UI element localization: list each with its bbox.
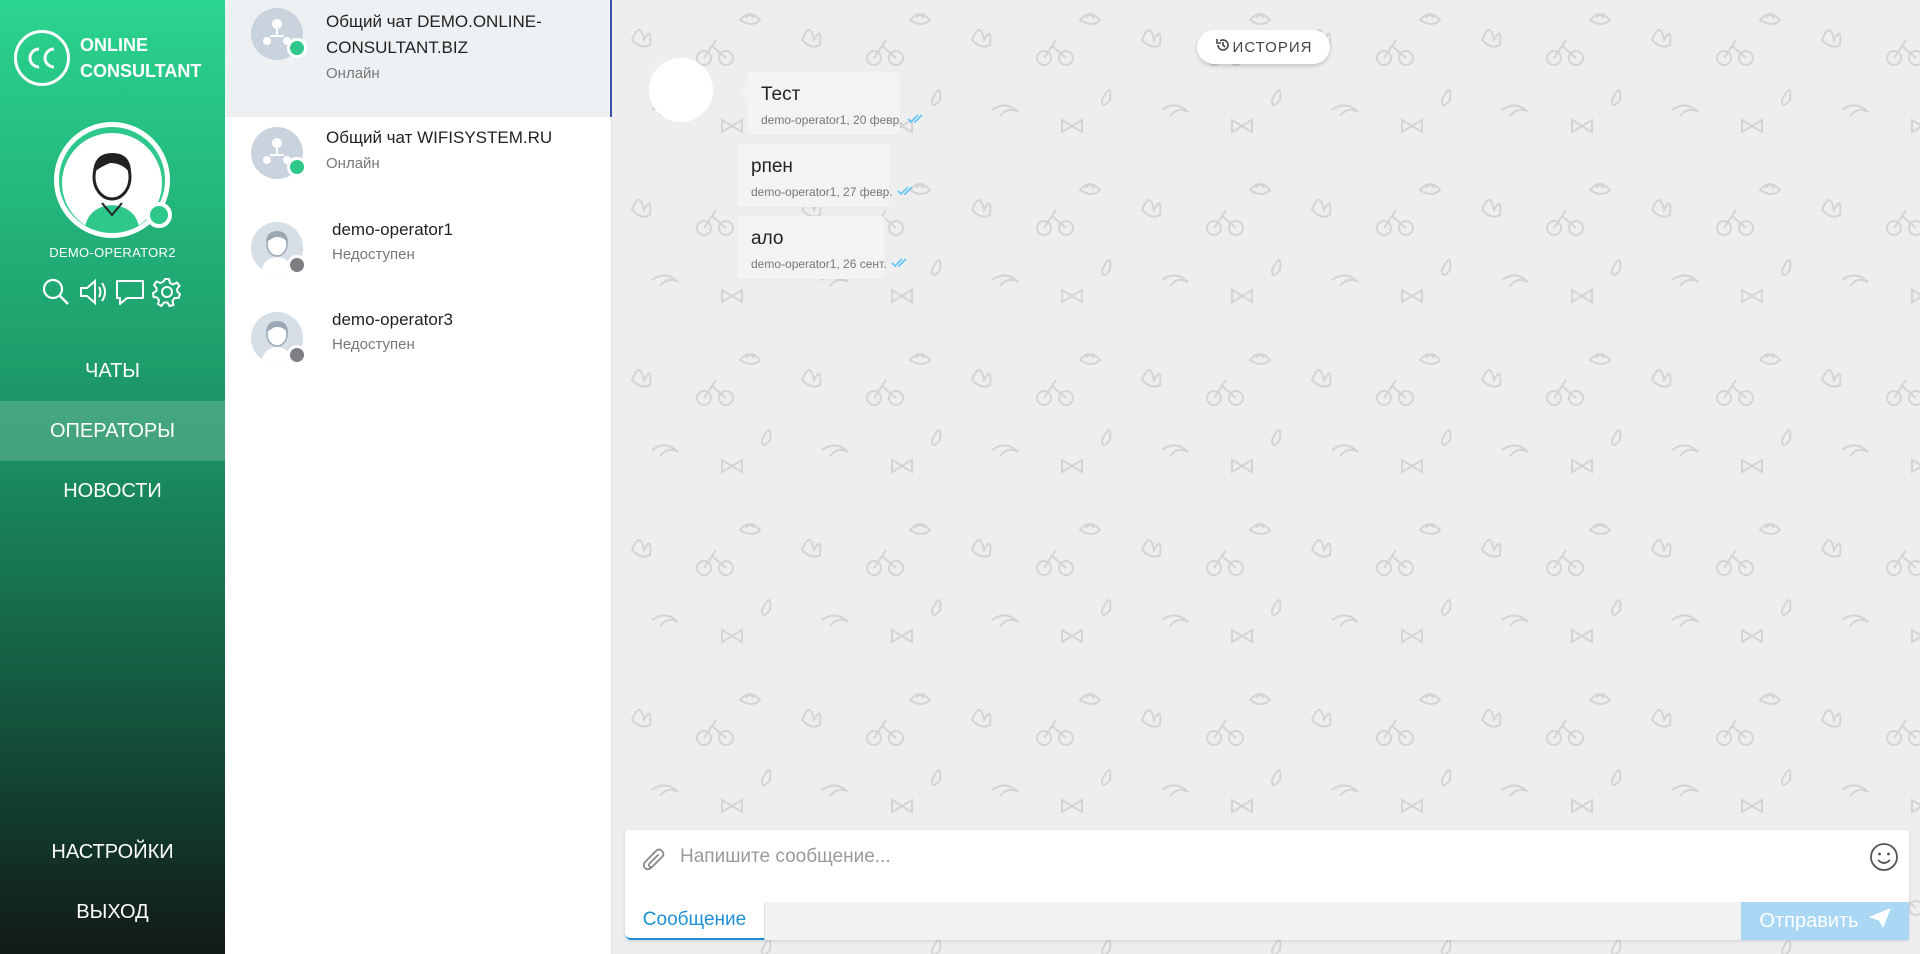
chat-icon[interactable] <box>114 276 146 308</box>
message-text: Тест <box>761 84 801 105</box>
message-meta: demo-operator1, 26 сент. <box>751 257 887 271</box>
read-checkmark-icon <box>891 257 911 271</box>
paperclip-icon[interactable] <box>641 846 667 879</box>
contact-list: Общий чат DEMO.ONLINE-CONSULTANT.BIZ Онл… <box>225 0 612 954</box>
online-indicator <box>287 38 307 58</box>
user-avatar[interactable] <box>54 122 172 238</box>
logo-icon <box>14 30 70 86</box>
send-label: Отправить <box>1759 909 1859 932</box>
contact-status: Онлайн <box>326 65 380 82</box>
message-bubble: Тест demo-operator1, 20 февр. <box>738 72 923 135</box>
contact-name: Общий чат WIFISYSTEM.RU <box>326 128 553 147</box>
composer-footer: Сообщение Отправить <box>625 902 1909 940</box>
contact-name: Общий чат DEMO.ONLINE-CONSULTANT.BIZ <box>326 12 542 57</box>
sound-icon[interactable] <box>77 276 109 308</box>
message-meta: demo-operator1, 20 февр. <box>761 113 903 127</box>
nav-operators[interactable]: ОПЕРАТОРЫ <box>0 401 225 461</box>
logo[interactable]: ONLINE CONSULTANT <box>14 30 201 86</box>
contact-item[interactable]: demo-operator3 Недоступен <box>225 297 612 387</box>
send-plane-icon <box>1869 908 1891 934</box>
message-text: ало <box>751 228 784 249</box>
tab-message[interactable]: Сообщение <box>625 902 765 940</box>
message-text: рпен <box>751 156 793 177</box>
contact-item[interactable]: demo-operator1 Недоступен <box>225 207 612 297</box>
brand-line2: CONSULTANT <box>80 61 202 81</box>
nav-news[interactable]: НОВОСТИ <box>0 461 225 521</box>
bubble-tail <box>738 84 748 100</box>
contact-item[interactable]: Общий чат DEMO.ONLINE-CONSULTANT.BIZ Онл… <box>225 0 612 117</box>
read-checkmark-icon <box>897 185 917 199</box>
message-input[interactable] <box>680 842 1830 872</box>
brand-line1: ONLINE <box>80 35 149 55</box>
chat-area: ИСТОРИЯ Тест demo-operator1, 20 февр. рп… <box>612 0 1920 954</box>
contact-status: Недоступен <box>332 336 415 353</box>
username: DEMO-OPERATOR2 <box>49 245 176 260</box>
message-bubble: ало demo-operator1, 26 сент. <box>737 216 907 279</box>
contact-name: demo-operator1 <box>332 220 453 239</box>
sidebar: ONLINE CONSULTANT DEMO-OPERATOR2 ЧАТЫ ОП… <box>0 0 225 954</box>
contact-name: demo-operator3 <box>332 310 453 329</box>
contact-status: Онлайн <box>326 155 380 172</box>
message-bubble: рпен demo-operator1, 27 февр. <box>737 144 913 207</box>
nav-settings[interactable]: НАСТРОЙКИ <box>0 822 225 882</box>
nav-chats[interactable]: ЧАТЫ <box>0 341 225 401</box>
read-checkmark-icon <box>907 113 927 127</box>
contact-status: Недоступен <box>332 246 415 263</box>
history-button[interactable]: ИСТОРИЯ <box>1197 30 1330 64</box>
gear-icon[interactable] <box>151 276 183 308</box>
offline-indicator <box>287 255 307 275</box>
offline-indicator <box>287 345 307 365</box>
message-composer: Сообщение Отправить <box>625 830 1909 940</box>
nav-logout[interactable]: ВЫХОД <box>0 882 225 942</box>
online-indicator <box>287 157 307 177</box>
contact-item[interactable]: Общий чат WIFISYSTEM.RU Онлайн <box>225 117 612 207</box>
search-icon[interactable] <box>40 276 72 308</box>
user-online-indicator <box>146 202 172 228</box>
send-button[interactable]: Отправить <box>1741 902 1909 940</box>
history-label: ИСТОРИЯ <box>1232 38 1313 56</box>
message-meta: demo-operator1, 27 февр. <box>751 185 893 199</box>
emoji-icon[interactable] <box>1869 842 1899 877</box>
history-icon <box>1215 37 1231 57</box>
sender-avatar <box>649 58 713 122</box>
